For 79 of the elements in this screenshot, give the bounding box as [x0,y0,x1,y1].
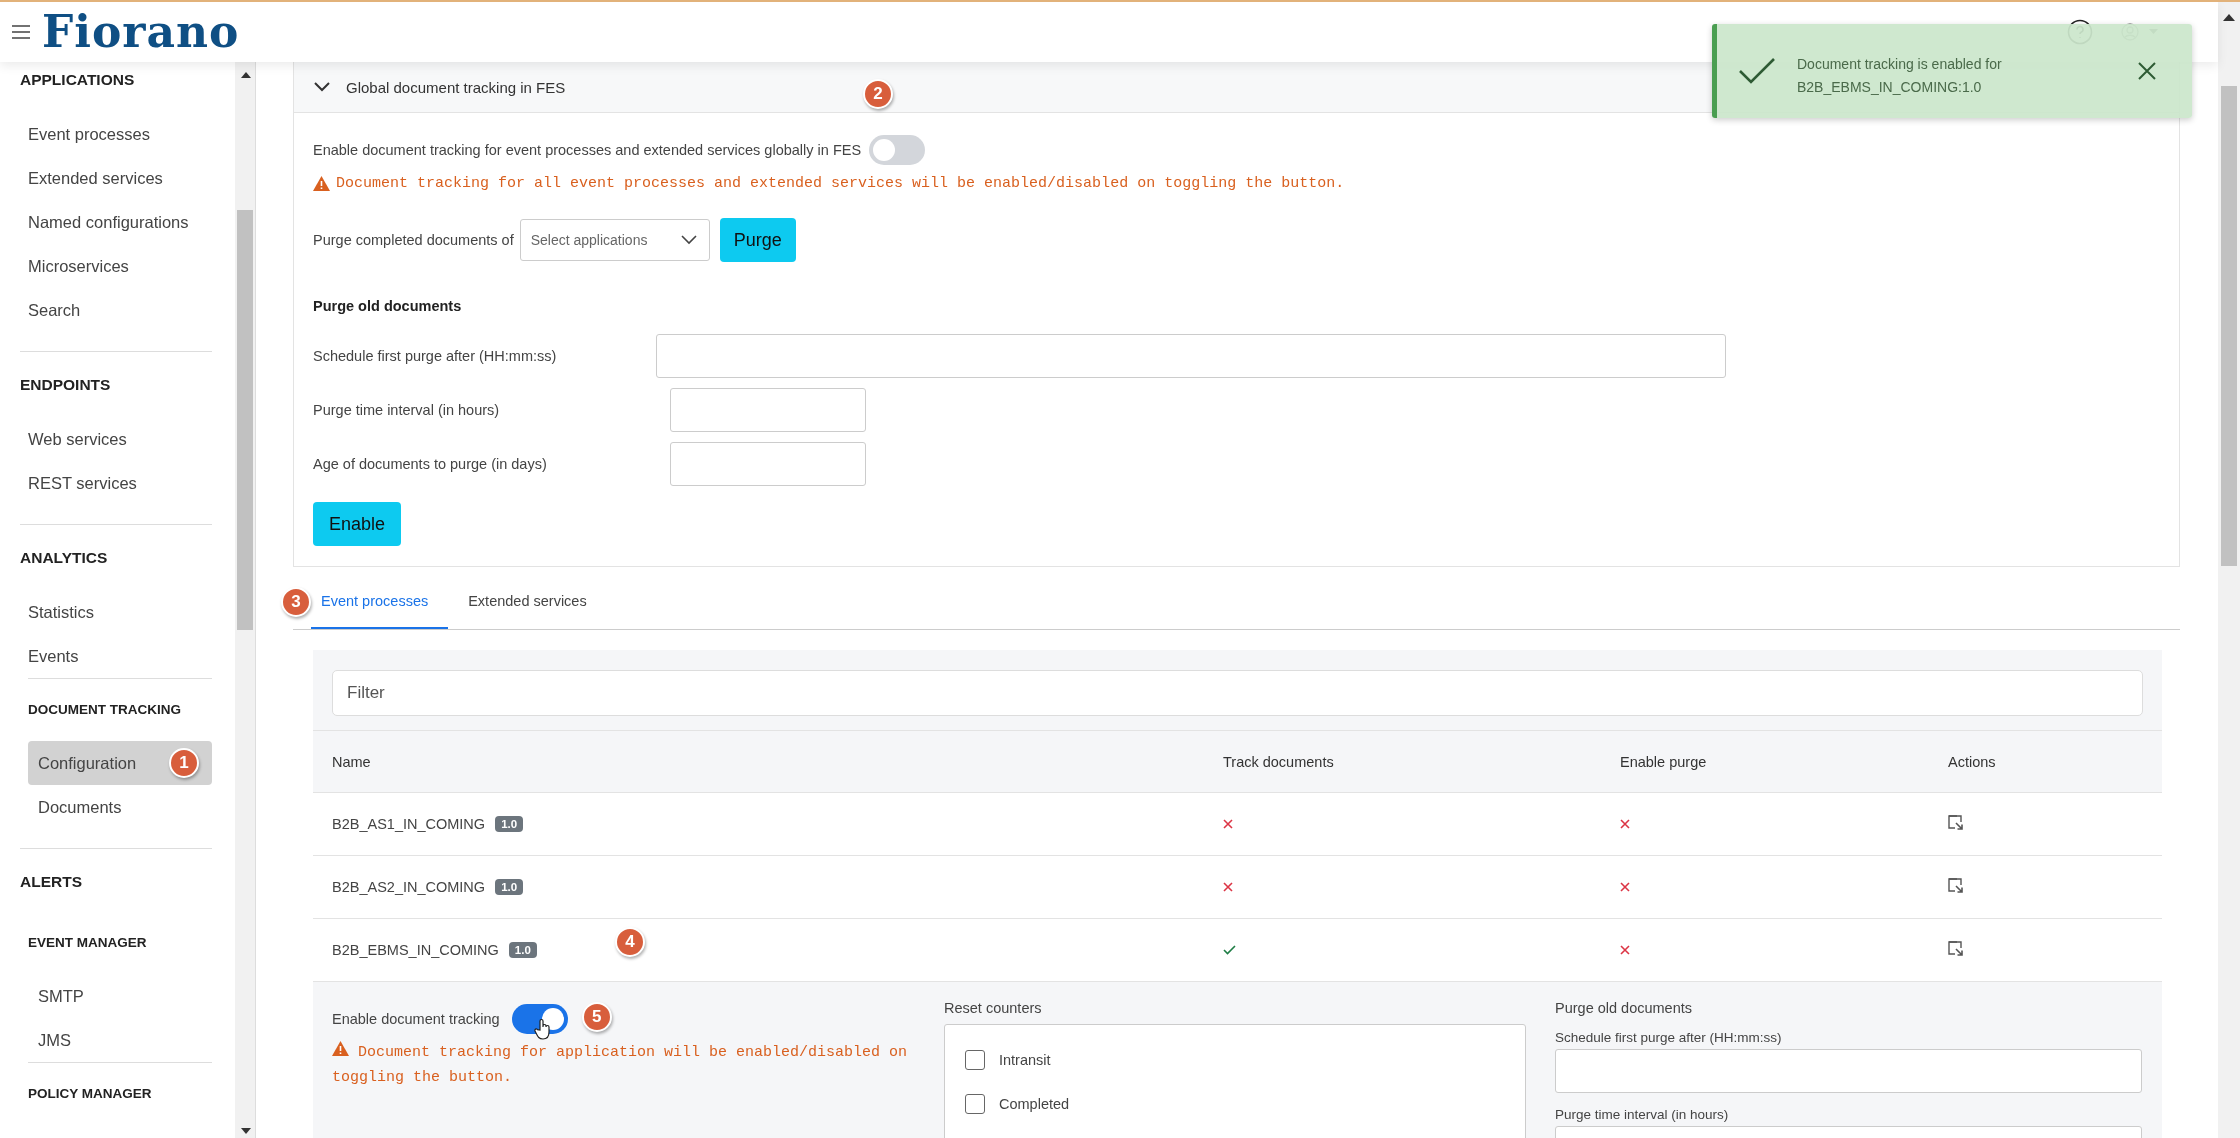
pointer-hand-icon [533,1018,552,1040]
input-field[interactable] [670,388,866,432]
tab[interactable]: Event processes [311,575,449,629]
group-heading: DOCUMENT TRACKING [28,701,182,719]
chevron-icon[interactable] [314,82,330,92]
field-label: Age of documents to purge (in days) [313,456,548,472]
sidebar-item[interactable]: JMS [28,1018,212,1062]
warning-message: Document tracking for application will be enabled/disabled on toggling the button. [332,1040,922,1090]
field-label: Purge time interval (in hours) [313,402,501,418]
table-cell: B2B_AS2_IN_COMING [332,879,486,895]
section-heading: APPLICATIONS [20,70,136,90]
input-field[interactable] [670,442,866,486]
chevron-icon[interactable] [680,235,697,245]
sidebar-item[interactable]: Statistics [28,602,95,622]
sidebar-item[interactable]: Search [28,300,81,320]
card-title: Global document tracking in FES [346,78,566,96]
applications-dropdown[interactable]: Select applications [519,219,710,261]
input-field[interactable] [656,334,1726,378]
checkbox-label: Intransit [999,1052,1051,1068]
tab[interactable]: Extended services [448,575,607,629]
group-heading: EVENT MANAGER [28,934,148,952]
close-icon[interactable] [2138,62,2156,80]
field-label: Purge completed documents of [313,232,514,248]
edit-icon[interactable] [1948,814,1964,831]
purge-button[interactable]: Purge [719,218,796,262]
menu-icon[interactable] [12,25,30,39]
edit-icon[interactable] [1948,877,1964,894]
field-label: Schedule first purge after (HH:mm:ss) [1555,1030,1783,1045]
toggle-label: Enable document tracking [332,1011,500,1027]
toggle-switch[interactable] [869,135,926,165]
sidebar-item[interactable]: SMTP [28,974,212,1018]
field-label: Purge time interval (in hours) [1555,1107,1730,1122]
column-header: Actions [1948,753,1997,770]
callout-badge: 5 [581,1002,612,1032]
scrollbar[interactable] [234,62,256,1138]
section-heading: ENDPOINTS [20,375,112,395]
field-label: Schedule first purge after (HH:mm:ss) [313,348,558,364]
sidebar-item[interactable]: Microservices [28,256,129,276]
section-heading: Purge old documents [1555,1000,1694,1016]
check-icon [1739,58,1775,84]
field-label: Reset counters [944,1000,1043,1016]
scroll-up-icon[interactable] [240,72,251,78]
table-cell: B2B_EBMS_IN_COMING [332,942,499,958]
callout-badge: 4 [615,927,645,957]
toggle-label: Enable document tracking for event processes and extended services globally in FES [313,142,862,158]
sidebar-item[interactable]: Web services [28,429,127,449]
input-field[interactable] [1555,1049,2142,1093]
sidebar-item[interactable]: Extended services [28,168,163,188]
table-cell: B2B_AS1_IN_COMING [332,816,486,832]
column-header: Track documents [1223,753,1335,770]
section-heading: Purge old documents [313,298,463,314]
sidebar-item[interactable]: Documents [28,785,212,829]
checkbox-label: Completed [999,1096,1070,1112]
column-header: Name [332,753,372,770]
checkbox[interactable] [965,1050,985,1070]
version-tag: 1.0 [495,879,524,895]
checkbox[interactable] [965,1094,985,1114]
version-tag: 1.0 [508,942,537,958]
warning-icon [332,1041,349,1056]
scroll-up-icon[interactable] [2223,14,2235,21]
toggle-switch[interactable] [511,1004,568,1034]
scrollbar[interactable] [2218,2,2240,1138]
section-heading: ALERTS [20,872,83,892]
group-heading: POLICY MANAGER [28,1085,153,1103]
callout-badge: 3 [281,587,311,617]
scroll-down-icon[interactable] [240,1128,251,1134]
logo: Fiorano [42,10,240,54]
enable-button[interactable]: Enable [313,502,402,546]
filter-field[interactable]: Filter [332,670,2143,716]
warning-message: Document tracking for all event processes and extended services will be enabled/disabled on toggling the button. [336,175,1345,192]
section-heading: ANALYTICS [20,548,109,568]
sidebar-item[interactable]: Named configurations [28,212,189,232]
sidebar-item[interactable]: Events [28,646,79,666]
version-tag: 1.0 [495,816,524,832]
sidebar-item[interactable]: REST services [28,473,137,493]
warning-icon [313,176,330,191]
sidebar-item[interactable]: Event processes [28,124,150,144]
edit-icon[interactable] [1948,940,1964,957]
column-header: Enable purge [1620,753,1708,770]
